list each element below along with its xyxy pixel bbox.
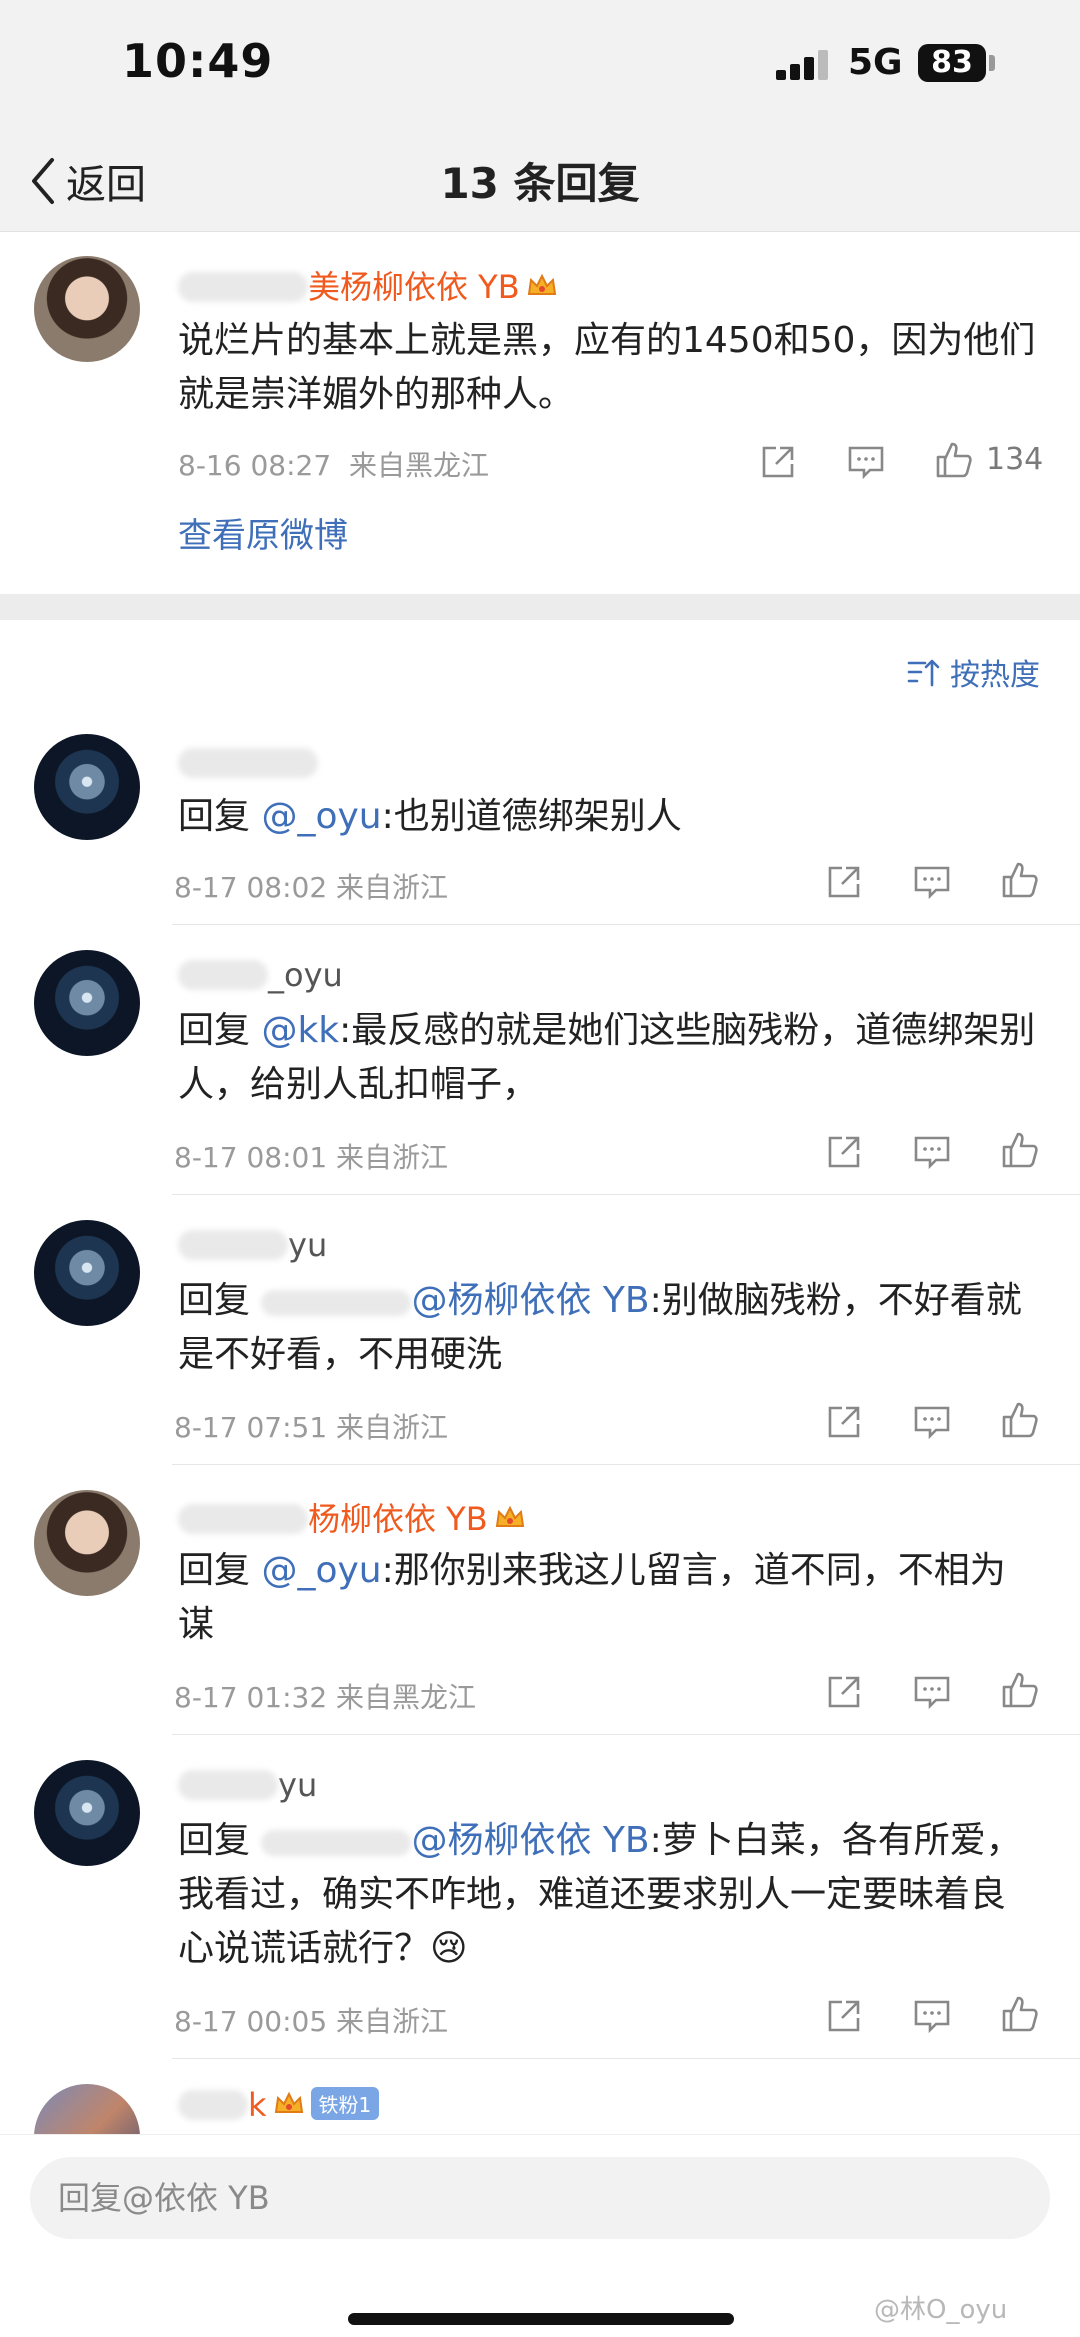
reply-meta: 8-17 08:01 来自浙江 bbox=[174, 1141, 449, 1174]
reply-text: 回复 @杨柳依依 YB:别做脑残粉，不好看就是不好看，不用硬洗 bbox=[178, 1280, 1022, 1375]
sort-button[interactable]: 按热度 bbox=[906, 650, 1040, 694]
redacted-name bbox=[178, 1230, 288, 1260]
reply-meta: 8-17 08:02 来自浙江 bbox=[174, 871, 449, 904]
comment-icon[interactable] bbox=[912, 1672, 952, 1712]
avatar[interactable] bbox=[34, 1760, 140, 1866]
sort-icon bbox=[907, 659, 940, 687]
share-icon[interactable] bbox=[824, 1132, 864, 1172]
home-indicator bbox=[348, 2313, 734, 2325]
comment-icon[interactable] bbox=[912, 1996, 952, 2036]
bottom-bar: 回复@依依 YB @林O_oyu bbox=[0, 2134, 1080, 2337]
like-icon[interactable] bbox=[1000, 1670, 1040, 1710]
like-count: 134 bbox=[986, 442, 1044, 477]
like-icon[interactable] bbox=[1000, 1130, 1040, 1170]
reply-text: 回复 @杨柳依依 YB:萝卜白菜，各有所爱，我看过，确实不咋地，难道还要求别人一… bbox=[178, 1820, 1022, 1969]
reply-author[interactable]: _oyu bbox=[178, 956, 343, 994]
battery-tip bbox=[989, 55, 995, 71]
reply-meta: 8-17 00:05 来自浙江 bbox=[174, 2005, 449, 2038]
mention-link[interactable]: @杨柳依依 YB bbox=[261, 1820, 650, 1861]
redacted-name bbox=[178, 1770, 278, 1800]
reply-author[interactable]: yu bbox=[178, 1226, 327, 1264]
post-author-name: 美杨柳依依 YB bbox=[308, 268, 520, 306]
avatar[interactable] bbox=[34, 734, 140, 840]
avatar[interactable] bbox=[34, 1490, 140, 1596]
section-divider bbox=[0, 594, 1080, 620]
reply-author[interactable]: yu bbox=[178, 1766, 317, 1804]
like-icon[interactable] bbox=[934, 440, 974, 480]
post-location: 来自黑龙江 bbox=[348, 449, 489, 482]
redacted-name bbox=[178, 2090, 248, 2120]
post-meta: 8-16 08:27 来自黑龙江 bbox=[178, 444, 489, 484]
sort-label: 按热度 bbox=[950, 658, 1040, 693]
reply-text: 回复 @kk:最反感的就是她们这些脑残粉，道德绑架别人，给别人乱扣帽子， bbox=[178, 1010, 1036, 1105]
crown-icon bbox=[274, 2091, 303, 2113]
mention-link[interactable]: @_oyu bbox=[261, 1550, 381, 1591]
reply-author[interactable]: k 铁粉1 bbox=[178, 2086, 380, 2124]
crown-icon bbox=[495, 1505, 524, 1527]
avatar[interactable] bbox=[34, 950, 140, 1056]
signal-icon bbox=[776, 50, 832, 80]
reply-meta: 8-17 01:32 来自黑龙江 bbox=[174, 1681, 477, 1714]
network-type: 5G bbox=[848, 42, 903, 83]
fan-badge: 铁粉1 bbox=[310, 2087, 380, 2120]
row-divider bbox=[172, 924, 1080, 925]
share-icon[interactable] bbox=[824, 1402, 864, 1442]
status-time: 10:49 bbox=[122, 34, 274, 88]
post-author[interactable]: 美杨柳依依 YB bbox=[178, 262, 558, 308]
row-divider bbox=[172, 1194, 1080, 1195]
status-bar: 10:49 5G 83 bbox=[0, 0, 1080, 132]
redacted-name bbox=[261, 1830, 412, 1856]
row-divider bbox=[172, 1464, 1080, 1465]
redacted-name bbox=[178, 748, 318, 778]
view-original-link[interactable]: 查看原微博 bbox=[178, 508, 348, 557]
avatar[interactable] bbox=[34, 1220, 140, 1326]
battery-icon: 83 bbox=[918, 44, 986, 82]
post-date: 8-16 08:27 bbox=[178, 449, 332, 482]
comment-icon[interactable] bbox=[912, 862, 952, 902]
redacted-name bbox=[261, 1290, 412, 1316]
mention-link[interactable]: @_oyu bbox=[261, 796, 381, 837]
like-icon[interactable] bbox=[1000, 1994, 1040, 2034]
reply-input[interactable]: 回复@依依 YB bbox=[30, 2157, 1050, 2239]
comment-icon[interactable] bbox=[912, 1132, 952, 1172]
reply-author[interactable] bbox=[178, 744, 318, 782]
mention-link[interactable]: @kk bbox=[261, 1010, 339, 1051]
post-text: 说烂片的基本上就是黑，应有的1450和50，因为他们就是崇洋媚外的那种人。 bbox=[178, 320, 1036, 415]
reply-text: 回复 @_oyu:那你别来我这儿留言，道不同，不相为谋 bbox=[178, 1550, 1006, 1645]
redacted-name bbox=[178, 960, 268, 990]
like-icon[interactable] bbox=[1000, 1400, 1040, 1440]
reply-meta: 8-17 07:51 来自浙江 bbox=[174, 1411, 449, 1444]
watermark: @林O_oyu bbox=[874, 2295, 1008, 2325]
page-title: 13 条回复 bbox=[440, 159, 640, 208]
comment-icon[interactable] bbox=[912, 1402, 952, 1442]
reply-author[interactable]: 杨柳依依 YB bbox=[178, 1494, 526, 1540]
share-icon[interactable] bbox=[824, 1672, 864, 1712]
like-icon[interactable] bbox=[1000, 860, 1040, 900]
redacted-name bbox=[178, 272, 308, 302]
row-divider bbox=[172, 1734, 1080, 1735]
share-icon[interactable] bbox=[758, 442, 798, 482]
crown-icon bbox=[527, 273, 556, 295]
share-icon[interactable] bbox=[824, 862, 864, 902]
comment-icon[interactable] bbox=[846, 442, 886, 482]
reply-text: 回复 @_oyu:也别道德绑架别人 bbox=[178, 796, 682, 837]
nav-bar: 返回 13 条回复 bbox=[0, 132, 1080, 232]
redacted-name bbox=[178, 1504, 308, 1534]
share-icon[interactable] bbox=[824, 1996, 864, 2036]
avatar[interactable] bbox=[34, 256, 140, 362]
mention-link[interactable]: @杨柳依依 YB bbox=[261, 1280, 650, 1321]
row-divider bbox=[172, 2058, 1080, 2059]
